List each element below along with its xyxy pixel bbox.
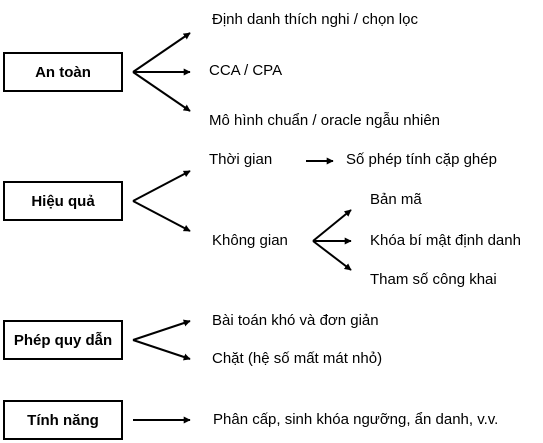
arrow-security-to-identity [132,32,191,73]
category-box-features: Tính năng [3,400,123,440]
space-item-secret-key: Khóa bí mật định danh [370,232,521,249]
category-box-security: An toàn [3,52,123,92]
security-item-model: Mô hình chuẩn / oracle ngẫu nhiên [209,112,440,129]
efficiency-time-result: Số phép tính cặp ghép [346,151,497,168]
arrow-efficiency-to-time [132,170,191,202]
features-item-list: Phân cấp, sinh khóa ngưỡng, ẩn danh, v.v… [213,411,499,428]
arrow-security-to-model [132,71,191,112]
diagram-canvas: An toàn Hiệu quả Phép quy dẫn Tính năng … [0,0,543,443]
arrow-reduction-to-hard-problem [132,319,191,341]
space-item-public-params: Tham số công khai [370,271,497,288]
reduction-item-hard-problem: Bài toán khó và đơn giản [212,312,379,329]
arrow-reduction-to-tight [132,339,191,361]
category-box-efficiency: Hiệu quả [3,181,123,221]
space-item-ciphertext: Bản mã [370,191,422,208]
arrow-efficiency-to-space [132,200,191,232]
security-item-identity: Định danh thích nghi / chọn lọc [212,11,418,28]
arrow-space-to-public-params [312,240,352,271]
category-box-reduction: Phép quy dẫn [3,320,123,360]
reduction-item-tight: Chặt (hệ số mất mát nhỏ) [212,350,383,367]
arrow-space-to-ciphertext [312,209,352,242]
security-item-cca: CCA / CPA [209,62,283,79]
efficiency-space-label: Không gian [212,232,288,249]
efficiency-time-label: Thời gian [209,151,273,168]
